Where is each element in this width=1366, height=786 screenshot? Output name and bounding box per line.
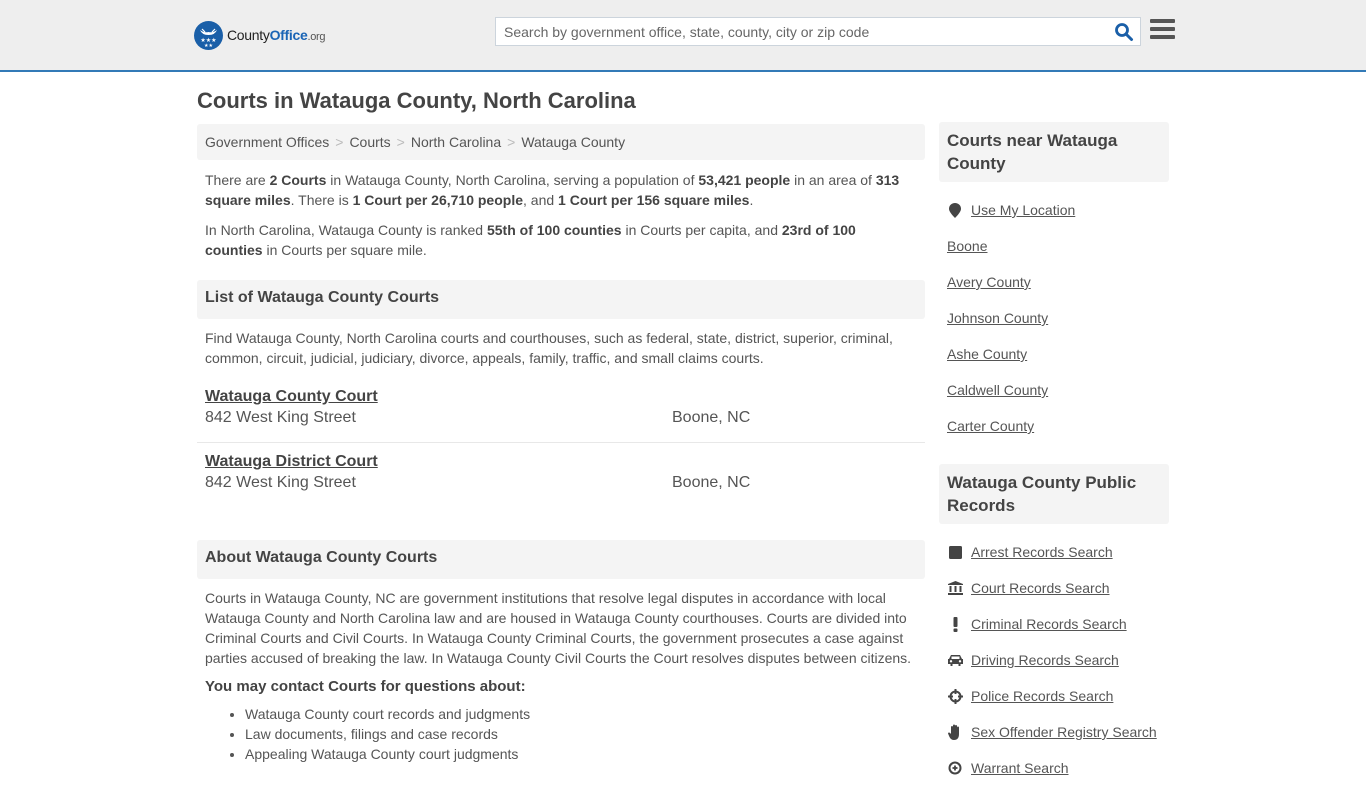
list-section-heading: List of Watauga County Courts: [197, 280, 925, 319]
nearby-link-ashe-county[interactable]: Ashe County: [947, 346, 1027, 362]
use-my-location[interactable]: Use My Location: [939, 192, 1169, 228]
court-list-item: Watauga District Court 842 West King Str…: [197, 443, 925, 508]
arrest-records-link[interactable]: Arrest Records Search: [971, 544, 1113, 560]
public-record-item[interactable]: Court Records Search: [939, 570, 1169, 606]
hand-icon: [947, 724, 963, 740]
summary-ranking: In North Carolina, Watauga County is ran…: [205, 222, 856, 258]
driving-records-link[interactable]: Driving Records Search: [971, 652, 1119, 668]
eagle-stars-logo-icon: ★★★ ★★: [194, 20, 223, 50]
court-address: 842 West King Street: [205, 409, 356, 426]
list-section-intro: Find Watauga County, North Carolina cour…: [205, 330, 893, 366]
about-section-heading: About Watauga County Courts: [197, 540, 925, 579]
site-logo[interactable]: ★★★ ★★ CountyOffice.org: [194, 20, 326, 50]
square-icon: [947, 544, 963, 560]
nearby-link-boone[interactable]: Boone: [947, 238, 987, 254]
nearby-item[interactable]: Boone: [939, 228, 1169, 264]
logo-office: Office: [269, 27, 308, 43]
logo-county: County: [227, 27, 270, 43]
court-list: Watauga County Court 842 West King Stree…: [197, 378, 925, 508]
public-record-item[interactable]: Sex Offender Registry Search: [939, 714, 1169, 750]
main-content: Government Offices > Courts > North Carolina…: [197, 124, 925, 764]
logo-text: CountyOffice.org: [227, 27, 326, 43]
court-list-item: Watauga County Court 842 West King Stree…: [197, 378, 925, 443]
search-input[interactable]: [496, 18, 1106, 45]
nearby-item[interactable]: Carter County: [939, 408, 1169, 444]
sidebar-nearby: Courts near Watauga County Use My Locati…: [939, 122, 1169, 444]
breadcrumb-courts[interactable]: Courts: [349, 134, 390, 150]
warrant-search-link[interactable]: Warrant Search: [971, 760, 1069, 776]
public-record-item[interactable]: Arrest Records Search: [939, 534, 1169, 570]
search-icon[interactable]: [1114, 22, 1134, 42]
courthouse-icon: [947, 580, 963, 596]
breadcrumb: Government Offices > Courts > North Carolina…: [197, 124, 925, 160]
map-marker-icon: [947, 202, 963, 218]
court-city: Boone, NC: [672, 409, 751, 426]
nearby-link-carter-county[interactable]: Carter County: [947, 418, 1034, 434]
sex-offender-registry-link[interactable]: Sex Offender Registry Search: [971, 724, 1157, 740]
public-record-item[interactable]: Driving Records Search: [939, 642, 1169, 678]
breadcrumb-north-carolina[interactable]: North Carolina: [411, 134, 501, 150]
contact-list-item: Watauga County court records and judgmen…: [245, 704, 925, 724]
contact-heading: You may contact Courts for questions abo…: [205, 678, 526, 695]
site-header: ★★★ ★★ CountyOffice.org: [0, 0, 1366, 72]
svg-text:★★: ★★: [204, 43, 213, 49]
nearby-item[interactable]: Caldwell County: [939, 372, 1169, 408]
sidebar-nearby-heading: Courts near Watauga County: [939, 122, 1169, 182]
court-address: 842 West King Street: [205, 474, 356, 491]
summary-population: There are 2 Courts in Watauga County, No…: [205, 172, 900, 208]
court-city: Boone, NC: [672, 474, 751, 491]
use-my-location-link[interactable]: Use My Location: [971, 202, 1075, 218]
about-section-text: Courts in Watauga County, NC are governm…: [205, 590, 912, 666]
logo-org: .org: [307, 31, 326, 43]
nearby-link-caldwell-county[interactable]: Caldwell County: [947, 382, 1048, 398]
nearby-list: Use My Location Boone Avery County Johns…: [939, 192, 1169, 444]
crosshair-icon: [947, 688, 963, 704]
contact-list-item: Law documents, filings and case records: [245, 724, 925, 744]
criminal-records-link[interactable]: Criminal Records Search: [971, 616, 1127, 632]
hamburger-menu-icon[interactable]: [1150, 19, 1175, 42]
car-icon: [947, 652, 963, 668]
exclamation-icon: [947, 616, 963, 632]
public-record-item[interactable]: Criminal Records Search: [939, 606, 1169, 642]
police-records-link[interactable]: Police Records Search: [971, 688, 1113, 704]
breadcrumb-separator: >: [396, 134, 405, 150]
breadcrumb-watauga-county[interactable]: Watauga County: [521, 134, 625, 150]
public-record-item[interactable]: Police Records Search: [939, 678, 1169, 714]
court-records-link[interactable]: Court Records Search: [971, 580, 1110, 596]
sidebar-public-records: Watauga County Public Records Arrest Rec…: [939, 464, 1169, 786]
court-name-link[interactable]: Watauga County Court: [205, 388, 378, 406]
contact-list-item: Appealing Watauga County court judgments: [245, 744, 925, 764]
page-title: Courts in Watauga County, North Carolina: [197, 88, 636, 113]
breadcrumb-separator: >: [507, 134, 516, 150]
nearby-link-johnson-county[interactable]: Johnson County: [947, 310, 1048, 326]
breadcrumb-separator: >: [335, 134, 344, 150]
nearby-item[interactable]: Ashe County: [939, 336, 1169, 372]
contact-list: Watauga County court records and judgmen…: [197, 704, 925, 764]
public-record-item[interactable]: Warrant Search: [939, 750, 1169, 786]
nearby-item[interactable]: Johnson County: [939, 300, 1169, 336]
court-name-link[interactable]: Watauga District Court: [205, 453, 378, 471]
search-box: [495, 17, 1141, 46]
nearby-link-avery-county[interactable]: Avery County: [947, 274, 1031, 290]
public-records-list: Arrest Records Search Court Records Sear…: [939, 534, 1169, 786]
breadcrumb-government-offices[interactable]: Government Offices: [205, 134, 329, 150]
sidebar-public-records-heading: Watauga County Public Records: [939, 464, 1169, 524]
nearby-item[interactable]: Avery County: [939, 264, 1169, 300]
search-plus-icon: [947, 760, 963, 776]
